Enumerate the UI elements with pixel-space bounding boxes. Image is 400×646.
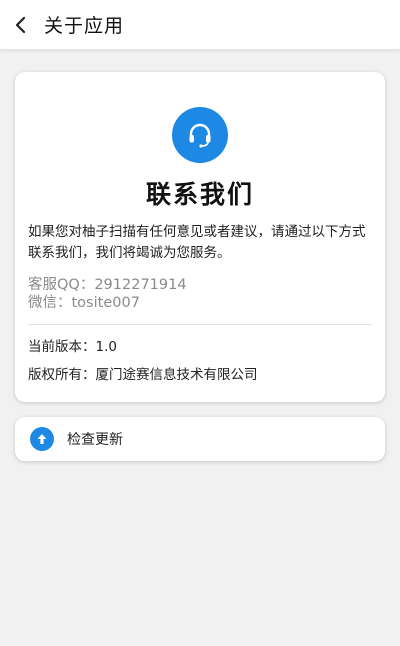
headset-icon xyxy=(172,107,228,163)
contact-title: 联系我们 xyxy=(145,180,254,209)
back-button[interactable] xyxy=(0,0,42,50)
divider xyxy=(28,324,372,325)
wechat-contact: 微信：tosite007 xyxy=(28,291,140,312)
contact-card: 联系我们 如果您对柚子扫描有任何意见或者建议，请通过以下方式联系我们，我们将竭诚… xyxy=(15,72,385,402)
page-title: 关于应用 xyxy=(44,15,125,37)
wechat-label: 微信： xyxy=(28,295,72,311)
version-label: 当前版本： xyxy=(28,339,96,355)
chevron-left-icon xyxy=(15,16,26,33)
wechat-value: tosite007 xyxy=(71,295,140,311)
version-value: 1.0 xyxy=(95,339,117,355)
contact-description: 如果您对柚子扫描有任何意见或者建议，请通过以下方式联系我们，我们将竭诚为您服务。 xyxy=(28,224,366,261)
version-info: 当前版本：1.0 xyxy=(28,335,117,355)
copyright-value: 厦门途赛信息技术有限公司 xyxy=(95,367,258,383)
check-update-button[interactable]: 检查更新 xyxy=(15,417,385,461)
check-update-label: 检查更新 xyxy=(67,432,123,448)
copyright-info: 版权所有：厦门途赛信息技术有限公司 xyxy=(28,363,258,383)
app-header: 关于应用 xyxy=(0,0,400,50)
arrow-up-icon xyxy=(30,427,54,451)
copyright-label: 版权所有： xyxy=(28,367,96,383)
